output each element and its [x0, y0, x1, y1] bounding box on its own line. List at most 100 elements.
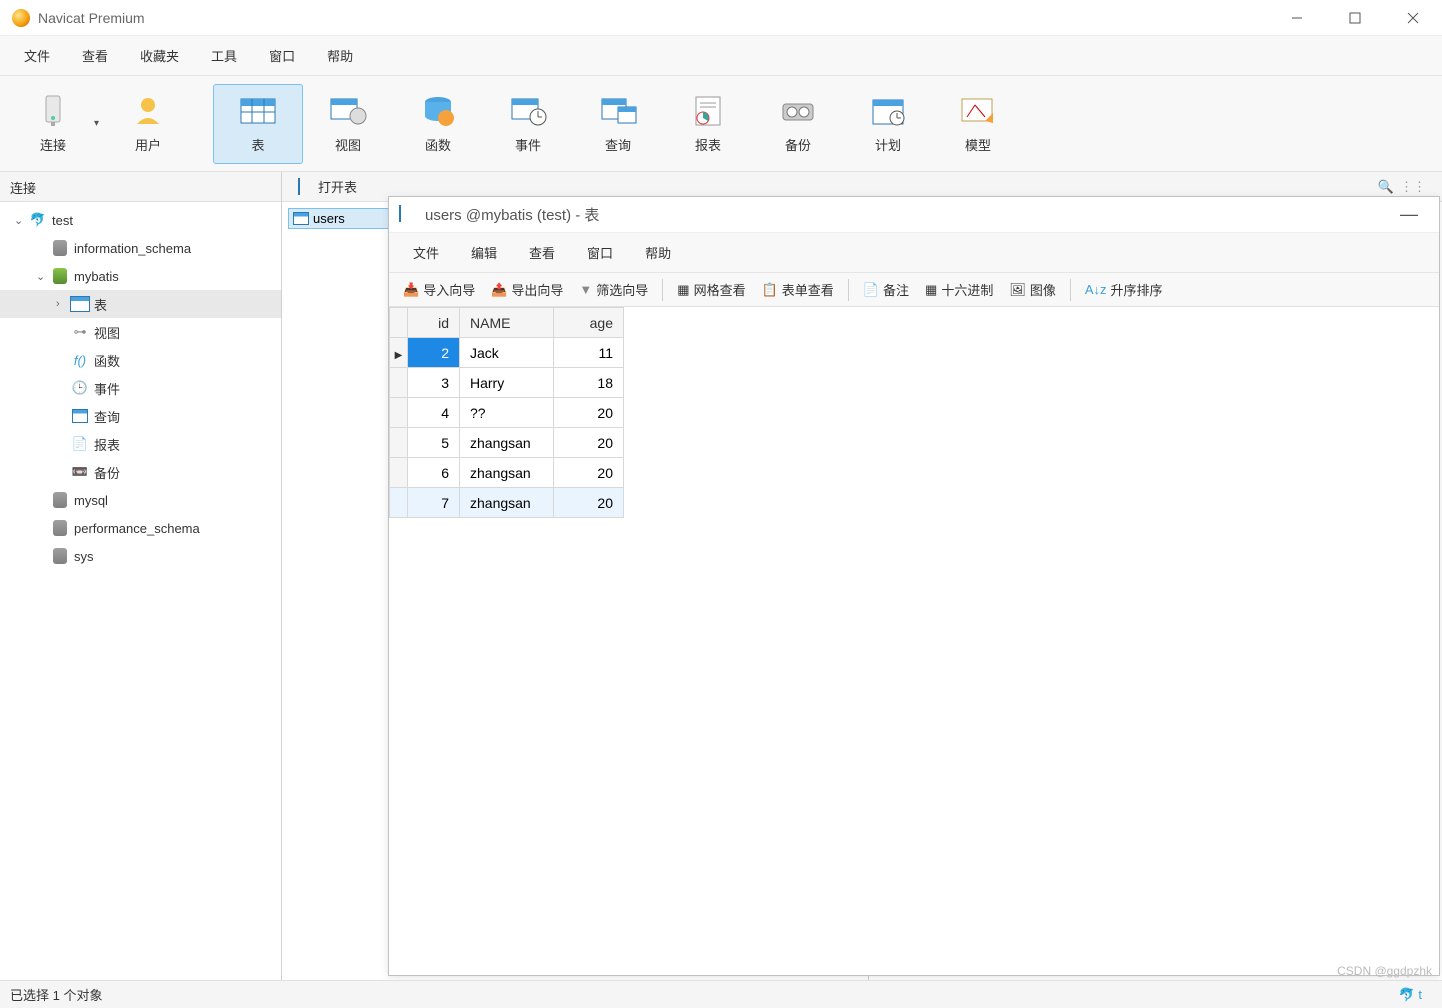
- tool-table[interactable]: 表: [213, 84, 303, 164]
- grid-icon: ▦: [677, 282, 689, 298]
- tool-function-label: 函数: [425, 135, 451, 154]
- tree-connection[interactable]: ⌄ 🐬 test: [0, 206, 281, 234]
- editor-titlebar[interactable]: users @mybatis (test) - 表 —: [389, 197, 1439, 233]
- connect-dropdown-icon[interactable]: ▾: [94, 118, 99, 129]
- table-row[interactable]: 4??20: [390, 398, 624, 428]
- row-header: [390, 308, 408, 338]
- tree-db-info-schema[interactable]: information_schema: [0, 234, 281, 262]
- tool-function[interactable]: 函数: [393, 84, 483, 164]
- editor-menu-edit[interactable]: 编辑: [455, 235, 513, 270]
- tool-backup[interactable]: 备份: [753, 84, 843, 164]
- search-icon[interactable]: 🔍: [1378, 179, 1394, 195]
- menu-tools[interactable]: 工具: [195, 38, 253, 73]
- table-row[interactable]: 2Jack11: [390, 338, 624, 368]
- editor-menu-window[interactable]: 窗口: [571, 235, 629, 270]
- tool-schedule[interactable]: 计划: [843, 84, 933, 164]
- import-wizard-button[interactable]: 📥导入向导: [397, 277, 481, 302]
- editor-minimize-button[interactable]: —: [1389, 204, 1429, 225]
- export-wizard-button[interactable]: 📤导出向导: [485, 277, 569, 302]
- menu-bar: 文件 查看 收藏夹 工具 窗口 帮助: [0, 36, 1442, 76]
- minimize-button[interactable]: [1268, 0, 1326, 36]
- maximize-button[interactable]: [1326, 0, 1384, 36]
- cell-name[interactable]: zhangsan: [460, 458, 554, 488]
- sort-asc-button[interactable]: A↓z升序排序: [1079, 277, 1169, 302]
- tree-views[interactable]: ⊶ 视图: [0, 318, 281, 346]
- form-view-button[interactable]: 📋表单查看: [756, 277, 840, 302]
- report-icon: [688, 93, 728, 129]
- cell-id[interactable]: 4: [408, 398, 460, 428]
- data-grid[interactable]: id NAME age 2Jack113Harry184??205zhangsa…: [389, 307, 1439, 975]
- tool-connect[interactable]: 连接: [8, 84, 98, 164]
- tool-view[interactable]: 视图: [303, 84, 393, 164]
- query-icon: [598, 93, 638, 129]
- backup-icon: 📼: [70, 464, 90, 480]
- cell-id[interactable]: 6: [408, 458, 460, 488]
- tree-functions[interactable]: f() 函数: [0, 346, 281, 374]
- form-icon: 📋: [762, 282, 778, 298]
- editor-menu-file[interactable]: 文件: [397, 235, 455, 270]
- note-button[interactable]: 📄备注: [857, 277, 915, 302]
- row-indicator: [390, 368, 408, 398]
- filter-wizard-button[interactable]: ▼筛选向导: [573, 277, 654, 302]
- grid-view-button[interactable]: ▦网格查看: [671, 277, 751, 302]
- chevron-down-icon: ⌄: [14, 214, 28, 227]
- tree-backups[interactable]: 📼 备份: [0, 458, 281, 486]
- tree-db-mybatis[interactable]: ⌄ mybatis: [0, 262, 281, 290]
- cell-id[interactable]: 7: [408, 488, 460, 518]
- cell-age[interactable]: 20: [554, 398, 624, 428]
- column-id[interactable]: id: [408, 308, 460, 338]
- menu-view[interactable]: 查看: [66, 38, 124, 73]
- column-name[interactable]: NAME: [460, 308, 554, 338]
- chevron-right-icon: ›: [56, 298, 70, 310]
- menu-window[interactable]: 窗口: [253, 38, 311, 73]
- open-table-button[interactable]: 打开表: [290, 174, 365, 199]
- table-row[interactable]: 6zhangsan20: [390, 458, 624, 488]
- tool-view-label: 视图: [335, 135, 361, 154]
- cell-age[interactable]: 11: [554, 338, 624, 368]
- menu-favorites[interactable]: 收藏夹: [124, 38, 195, 73]
- cell-age[interactable]: 18: [554, 368, 624, 398]
- cell-name[interactable]: Jack: [460, 338, 554, 368]
- tool-report[interactable]: 报表: [663, 84, 753, 164]
- function-icon: f(): [70, 353, 90, 368]
- cell-age[interactable]: 20: [554, 458, 624, 488]
- tool-model[interactable]: 模型: [933, 84, 1023, 164]
- cell-name[interactable]: Harry: [460, 368, 554, 398]
- tree-reports[interactable]: 📄 报表: [0, 430, 281, 458]
- tree-db-perf-schema[interactable]: performance_schema: [0, 514, 281, 542]
- import-icon: 📥: [403, 282, 419, 298]
- cell-id[interactable]: 2: [408, 338, 460, 368]
- tree-queries[interactable]: 查询: [0, 402, 281, 430]
- note-icon: 📄: [863, 282, 879, 298]
- image-button[interactable]: 🖼图像: [1003, 277, 1062, 302]
- cell-age[interactable]: 20: [554, 428, 624, 458]
- table-row[interactable]: 3Harry18: [390, 368, 624, 398]
- cell-name[interactable]: zhangsan: [460, 488, 554, 518]
- tree-db-sys[interactable]: sys: [0, 542, 281, 570]
- cell-id[interactable]: 3: [408, 368, 460, 398]
- tool-query-label: 查询: [605, 135, 631, 154]
- tool-user[interactable]: 用户: [103, 84, 193, 164]
- tool-query[interactable]: 查询: [573, 84, 663, 164]
- tree-events[interactable]: 🕒 事件: [0, 374, 281, 402]
- table-row[interactable]: 5zhangsan20: [390, 428, 624, 458]
- more-icon[interactable]: ⋮⋮: [1400, 179, 1426, 195]
- tree-tables[interactable]: › 表: [0, 290, 281, 318]
- cell-name[interactable]: zhangsan: [460, 428, 554, 458]
- menu-help[interactable]: 帮助: [311, 38, 369, 73]
- hex-button[interactable]: ▦十六进制: [919, 277, 999, 302]
- column-age[interactable]: age: [554, 308, 624, 338]
- view-icon: ⊶: [70, 324, 90, 340]
- cell-name[interactable]: ??: [460, 398, 554, 428]
- editor-menu-help[interactable]: 帮助: [629, 235, 687, 270]
- tree-db-mysql[interactable]: mysql: [0, 486, 281, 514]
- cell-id[interactable]: 5: [408, 428, 460, 458]
- table-icon: [399, 206, 417, 224]
- tree-backups-label: 备份: [94, 463, 120, 482]
- close-button[interactable]: [1384, 0, 1442, 36]
- tool-event[interactable]: 事件: [483, 84, 573, 164]
- editor-menu-view[interactable]: 查看: [513, 235, 571, 270]
- cell-age[interactable]: 20: [554, 488, 624, 518]
- table-row[interactable]: 7zhangsan20: [390, 488, 624, 518]
- menu-file[interactable]: 文件: [8, 38, 66, 73]
